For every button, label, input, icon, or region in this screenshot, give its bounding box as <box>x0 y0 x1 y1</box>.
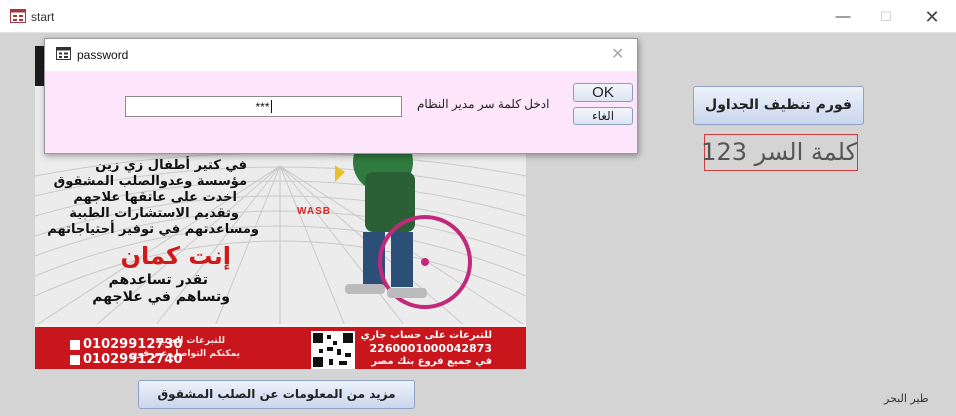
poster-line: مؤسسة وعدوالصلب المشقوق <box>53 174 247 189</box>
title-bar: start — ☐ ✕ <box>0 0 956 33</box>
qr-code <box>311 331 355 369</box>
phone-bullet <box>70 355 80 365</box>
phone-number-1: 01029912730 <box>83 337 183 352</box>
dialog-title: password <box>77 48 129 62</box>
poster-line: اخدت على عاتقها علاجهم <box>73 190 237 205</box>
phone-bullet <box>70 340 80 350</box>
password-prompt-label: ادخل كلمة سر مدير النظام <box>417 97 550 111</box>
wasb-logo: WASB <box>297 206 331 217</box>
dialog-title-bar: password ✕ <box>45 39 637 71</box>
window-title: start <box>31 10 55 24</box>
minimize-button[interactable]: — <box>823 4 863 30</box>
clean-tables-form-button[interactable]: فورم تنظيف الجداول <box>693 86 864 125</box>
donation-info-bar: للتبرعات على حساب جاري 2260001000042873 … <box>35 324 526 369</box>
poster-line: ومساعدتهم في توفير أحتياجاتهم <box>47 222 259 237</box>
access-form-icon <box>10 9 26 23</box>
cancel-button[interactable]: الغاء <box>573 107 633 125</box>
phone-number-2: 01029912740 <box>83 352 183 367</box>
dialog-close-button[interactable]: ✕ <box>611 44 624 64</box>
poster-line: في كتير أطفال زي زين <box>95 158 247 173</box>
password-input[interactable]: *** <box>125 96 402 117</box>
poster-line: وتقديم الاستشارات الطبية <box>69 206 239 221</box>
poster-subline: تقدر تساعدهم <box>108 272 208 288</box>
poster-subline: وتساهم في علاجهم <box>92 289 230 305</box>
branches-text: في جميع فروع بنك مصر <box>371 356 492 367</box>
maximize-button[interactable]: ☐ <box>866 4 906 30</box>
author-label: طير البحر <box>884 392 929 405</box>
password-dialog: password ✕ *** ادخل كلمة سر مدير النظام … <box>44 38 638 154</box>
password-hint-label: كلمة السر 123 <box>701 134 858 171</box>
dialog-form-icon <box>56 47 71 60</box>
more-info-button[interactable]: مزيد من المعلومات عن الصلب المشقوق <box>138 380 415 409</box>
account-number: 2260001000042873 <box>369 342 492 355</box>
password-input-value: *** <box>255 100 270 114</box>
close-window-button[interactable]: ✕ <box>912 4 952 30</box>
ok-button[interactable]: OK <box>573 83 633 102</box>
poster-headline: إنت كمان <box>120 242 231 270</box>
donate-account-title: للتبرعات على حساب جاري <box>360 330 492 341</box>
text-caret <box>270 100 272 113</box>
